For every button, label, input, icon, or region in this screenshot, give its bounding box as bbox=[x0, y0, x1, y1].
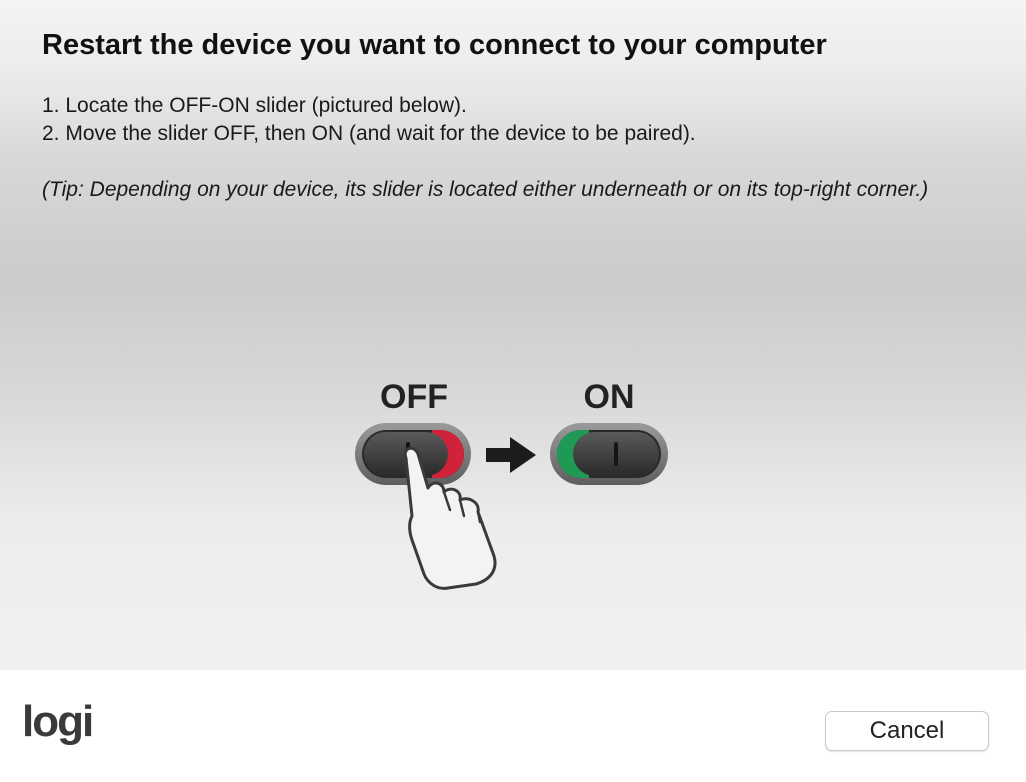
step-item: 2. Move the slider OFF, then ON (and wai… bbox=[42, 122, 696, 145]
tip-text: (Tip: Depending on your device, its slid… bbox=[42, 178, 929, 201]
on-label: ON bbox=[584, 378, 635, 416]
on-slider bbox=[550, 423, 668, 485]
dialog-title: Restart the device you want to connect t… bbox=[42, 29, 827, 61]
cancel-button[interactable]: Cancel bbox=[825, 711, 989, 751]
instructions-panel: Restart the device you want to connect t… bbox=[0, 0, 1026, 670]
off-label: OFF bbox=[380, 378, 448, 416]
off-on-slider-illustration: OFF ON bbox=[355, 378, 668, 590]
arrow-right-icon bbox=[486, 437, 536, 473]
steps-list: 1. Locate the OFF-ON slider (pictured be… bbox=[42, 92, 696, 148]
pairing-dialog: Restart the device you want to connect t… bbox=[0, 0, 1026, 782]
step-item: 1. Locate the OFF-ON slider (pictured be… bbox=[42, 94, 467, 117]
logi-logo: logi bbox=[22, 697, 94, 746]
